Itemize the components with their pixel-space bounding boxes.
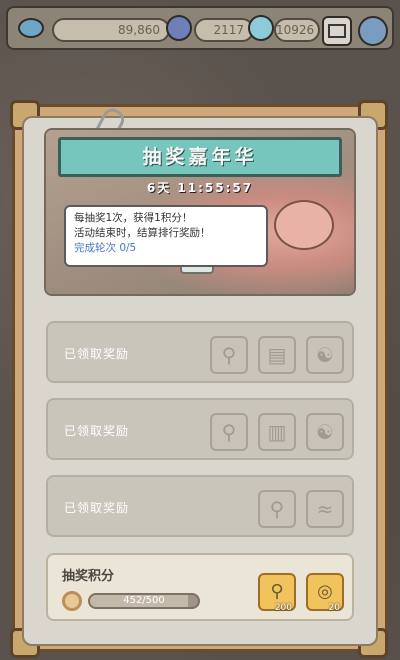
energy-counter: 2117 [194,18,254,42]
item-count: 200 [274,603,292,613]
energy-icon [166,15,192,41]
fish-lure-icon[interactable]: ≈ [306,490,344,528]
currency-bar: 89,860 2117 10926 [6,6,394,50]
machine-icon [274,200,334,250]
score-panel: 抽奖积分 452/500 ⚲ 200 ◎ 20 [46,553,354,621]
mail-icon[interactable] [322,16,352,46]
swirl-icon [62,591,82,611]
gem-counter: 10926 [274,18,320,42]
tennis-racket-icon[interactable]: ⚲ [210,336,248,374]
yin-yang-icon[interactable]: ☯ [306,413,344,451]
coin-counter: 89,860 [52,18,170,42]
reward-row: 已领取奖励 ⚲ ▤ ☯ [46,321,354,383]
info-line-2: 活动结束时，结算排行奖励！ [74,227,211,239]
event-title: 抽奖嘉年华 [58,137,342,177]
gear-icon[interactable] [358,16,388,46]
info-line-1: 每抽奖1次，获得1积分！ [74,212,193,224]
score-title: 抽奖积分 [62,569,115,584]
reward-status-label: 已领取奖励 [64,501,130,515]
gem-icon [248,15,274,41]
event-timer: 6天 11:55:57 [146,181,254,195]
coin-stack-icon[interactable]: ◎ 20 [306,573,344,613]
tennis-racket-icon[interactable]: ⚲ [258,490,296,528]
reward-row: 已领取奖励 ⚲ ▥ ☯ [46,398,354,460]
scroll-icon[interactable]: ▥ [258,413,296,451]
round-progress: 完成轮次 0/5 [74,242,137,254]
reward-status-label: 已领取奖励 [64,347,130,361]
item-count: 20 [328,603,340,613]
score-progress-text: 452/500 [123,595,165,606]
reward-row: 已领取奖励 ⚲ ≈ [46,475,354,537]
yin-yang-icon[interactable]: ☯ [306,336,344,374]
eye-icon[interactable] [18,18,44,38]
ticket-icon[interactable]: ▤ [258,336,296,374]
event-info-bubble: 每抽奖1次，获得1积分！ 活动结束时，结算排行奖励！ 完成轮次 0/5 [64,205,268,267]
tennis-racket-icon[interactable]: ⚲ [210,413,248,451]
tennis-racket-icon[interactable]: ⚲ 200 [258,573,296,613]
reward-status-label: 已领取奖励 [64,424,130,438]
